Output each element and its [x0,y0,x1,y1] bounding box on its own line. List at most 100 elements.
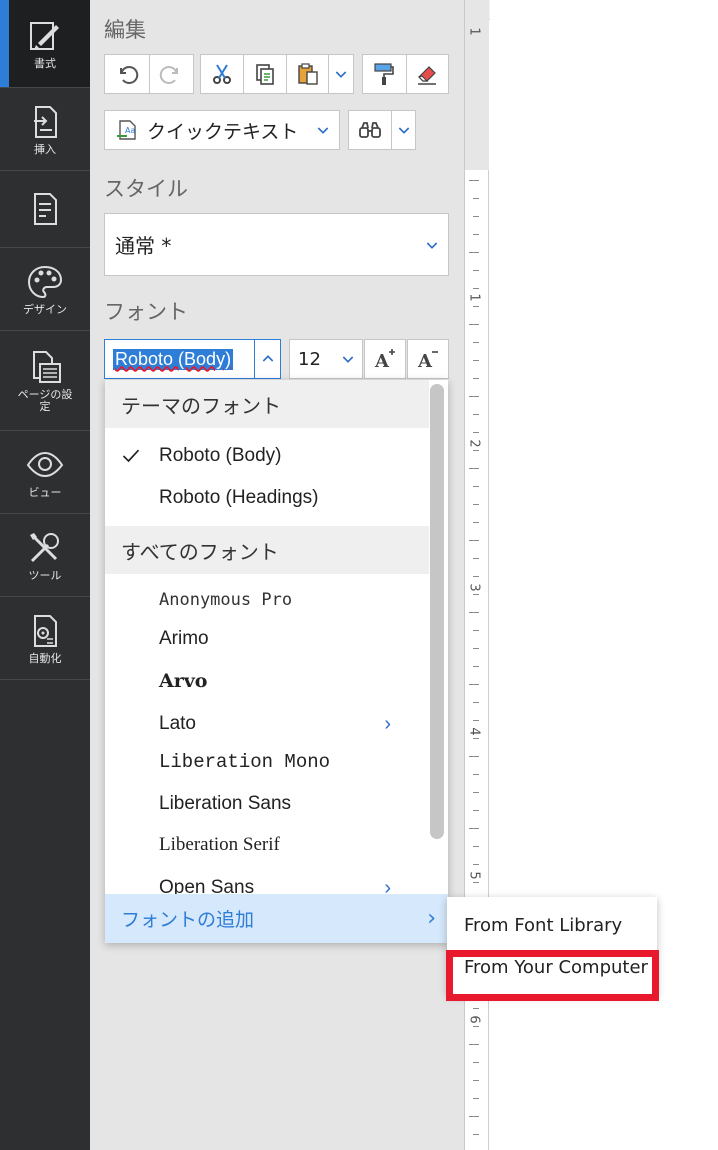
add-font-menu-item[interactable]: フォントの追加 › [105,894,448,943]
ruler-tick [473,576,479,577]
style-select-value: 通常 * [115,234,172,258]
all-fonts-group-header: すべてのフォント [105,526,429,574]
ruler-tick [473,630,479,631]
rail-label-view: ビュー [28,485,62,499]
font-option-anonymous-pro[interactable]: Anonymous Pro [105,580,429,620]
clear-format-button[interactable] [405,55,449,93]
ruler-number: 6 [466,1015,482,1024]
ruler-tick [473,864,479,865]
ruler-margin-area [465,0,489,170]
rail-item-format[interactable]: 書式 [0,0,90,88]
format-painter-icon [374,63,395,85]
font-family-toggle[interactable] [254,340,280,378]
from-font-library-item[interactable]: From Font Library [447,903,657,947]
chevron-up-icon [262,355,273,362]
ruler-tick [473,846,479,847]
paste-options-dropdown[interactable] [328,55,353,93]
rail-item-review[interactable] [0,171,90,248]
undo-button[interactable] [105,55,149,93]
font-option-lato[interactable]: Lato › [105,704,429,744]
font-option-liberation-serif[interactable]: Liberation Serif [105,825,429,865]
ruler-tick [473,486,479,487]
decrease-font-icon: A [417,351,438,371]
redo-button[interactable] [148,55,193,93]
ruler-tick [469,396,479,397]
ruler-tick [473,1080,479,1081]
document-review-icon [34,193,57,225]
font-option-roboto-headings[interactable]: Roboto (Headings) [105,478,429,518]
checkmark-icon [122,449,140,463]
font-option-liberation-mono[interactable]: Liberation Mono [105,742,429,782]
ruler-number: 3 [466,583,482,592]
ruler-number: 1 [466,27,482,36]
ruler-tick [473,198,479,199]
page-setup-icon [33,351,61,383]
chevron-right-icon: › [384,712,391,735]
increase-font-icon: A [374,349,395,371]
ruler-number: 2 [466,439,482,448]
dropdown-scrollbar[interactable] [430,384,444,839]
cut-button[interactable] [201,55,243,93]
insert-icon [34,105,57,138]
rail-item-view[interactable]: ビュー [0,431,90,514]
font-option-label: Arimo [159,628,209,649]
ruler-tick [473,234,479,235]
ruler-tick [473,882,479,883]
ruler-tick [469,612,479,613]
ruler-tick [473,504,479,505]
increase-font-size-button[interactable]: A [364,339,406,379]
automation-icon [34,614,57,647]
ruler-tick [469,1116,479,1117]
ruler-tick [473,648,479,649]
quick-text-label: クイックテキスト [147,120,299,143]
ruler-tick [473,738,479,739]
tools-icon [30,532,59,562]
paste-button[interactable] [285,55,328,93]
font-family-input[interactable]: Roboto (Body) [104,339,281,379]
font-size-value: 12 [298,348,321,370]
ruler-number: 1 [466,293,482,302]
font-option-label: Lato [159,713,196,734]
quick-text-button[interactable]: Aa クイックテキスト [104,110,340,150]
font-option-label: Arvo [159,670,208,692]
ruler-tick [473,522,479,523]
add-font-label: フォントの追加 [121,909,255,931]
svg-text:Aa: Aa [125,126,135,135]
ruler-tick [473,1062,479,1063]
rail-label-design: デザイン [23,302,67,316]
ruler-tick [473,702,479,703]
font-option-label: Roboto (Headings) [159,487,319,508]
edit-section-title: 編集 [104,18,146,42]
highlight-box [446,950,659,1001]
ruler-tick [473,306,479,307]
rail-item-automation[interactable]: 自動化 [0,597,90,680]
palette-icon [27,265,63,298]
font-option-arvo[interactable]: Arvo [105,661,429,701]
font-option-arimo[interactable]: Arimo [105,619,429,659]
ruler-tick [469,540,479,541]
rail-item-tools[interactable]: ツール [0,514,90,597]
find-button[interactable] [349,111,391,149]
ruler-tick [473,1008,479,1009]
svg-text:A: A [374,351,390,371]
format-painter-button[interactable] [363,55,406,93]
style-select[interactable]: 通常 * [104,213,449,276]
ruler-tick [473,1026,479,1027]
rail-item-design[interactable]: デザイン [0,248,90,331]
ruler-tick [473,270,479,271]
font-option-liberation-sans[interactable]: Liberation Sans [105,784,429,824]
chevron-down-icon [317,127,329,134]
font-option-roboto-body[interactable]: Roboto (Body) [105,436,429,476]
copy-button[interactable] [243,55,285,93]
quick-text-icon: Aa [117,120,136,140]
rail-label-tools: ツール [28,568,62,582]
find-group [348,110,416,150]
rail-item-page-setup[interactable]: ページの設定 [0,331,90,431]
font-section-title: フォント [104,300,188,324]
decrease-font-size-button[interactable]: A [407,339,449,379]
rail-item-insert[interactable]: 挿入 [0,88,90,171]
chevron-down-icon [335,71,347,78]
font-size-select[interactable]: 12 [289,339,363,379]
find-options-dropdown[interactable] [391,111,415,149]
chevron-down-icon [398,127,409,134]
